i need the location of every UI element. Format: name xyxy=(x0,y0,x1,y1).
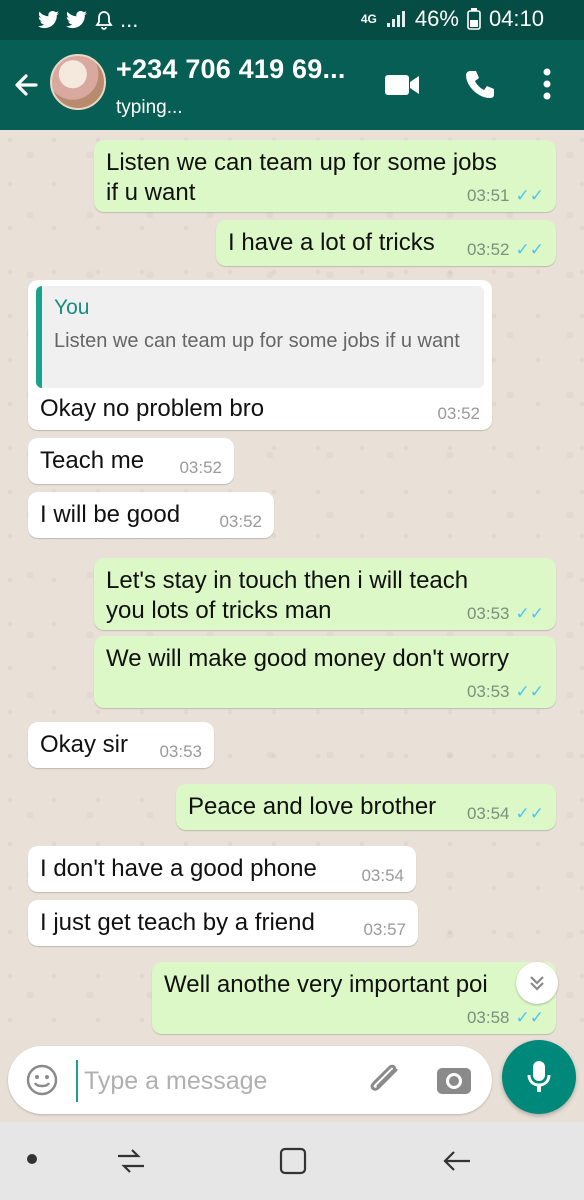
message-incoming[interactable]: Teach me 03:52 xyxy=(28,438,234,484)
message-incoming[interactable]: I will be good 03:52 xyxy=(28,492,274,538)
message-meta: 03:53 ✓✓ xyxy=(467,682,544,702)
message-meta: 03:52 xyxy=(179,458,222,478)
message-time: 03:52 xyxy=(219,512,262,531)
message-text: I don't have a good phone xyxy=(40,855,317,882)
bell-icon xyxy=(95,11,113,30)
message-meta: 03:52 ✓✓ xyxy=(467,240,544,260)
quoted-message[interactable]: You Listen we can team up for some jobs … xyxy=(36,286,484,388)
message-time: 03:51 xyxy=(466,186,510,205)
notification-icons: ... xyxy=(38,7,138,33)
battery-icon xyxy=(467,8,481,30)
message-text: Listen we can team up for some jobs if u… xyxy=(106,149,497,206)
read-ticks-icon: ✓✓ xyxy=(515,804,545,823)
message-text: Teach me xyxy=(40,447,145,474)
network-label: 4G xyxy=(360,12,377,26)
twitter-icon xyxy=(66,11,87,29)
twitter-icon xyxy=(38,11,59,29)
chat-header: +234 706 419 69... typing... xyxy=(0,40,584,130)
message-time: 03:53 xyxy=(159,742,202,761)
recents-icon[interactable] xyxy=(114,1144,148,1178)
message-meta: 03:51 ✓✓ xyxy=(467,186,544,206)
message-meta: 03:53 ✓✓ xyxy=(467,604,544,624)
message-text: Okay no problem bro xyxy=(40,395,265,422)
quote-author: You xyxy=(54,296,90,319)
message-meta: 03:52 xyxy=(437,404,480,424)
back-arrow-icon[interactable] xyxy=(10,68,44,102)
message-text: Let's stay in touch then i will teach yo… xyxy=(106,567,469,624)
message-time: 03:52 xyxy=(179,458,222,477)
mic-icon xyxy=(527,1061,551,1092)
message-meta: 03:52 xyxy=(219,512,262,532)
message-time: 03:54 xyxy=(466,804,510,823)
message-text: Well anothe very important poi xyxy=(164,971,488,998)
message-text: We will make good money don't worry xyxy=(106,645,509,672)
message-outgoing[interactable]: We will make good money don't worry 03:5… xyxy=(94,636,556,708)
message-incoming[interactable]: I just get teach by a friend 03:57 xyxy=(28,900,418,946)
message-time: 03:53 xyxy=(466,682,510,701)
back-icon[interactable] xyxy=(440,1144,474,1178)
message-outgoing[interactable]: Listen we can team up for some jobs if u… xyxy=(94,140,556,212)
message-outgoing[interactable]: Well anothe very important poi 03:58 ✓✓ xyxy=(152,962,556,1034)
contact-name[interactable]: +234 706 419 69... xyxy=(116,54,346,85)
chat-area[interactable]: Listen we can team up for some jobs if u… xyxy=(0,130,584,1040)
home-icon[interactable] xyxy=(278,1146,308,1176)
signal-icon xyxy=(386,11,405,27)
message-time: 03:58 xyxy=(466,1008,510,1027)
message-meta: 03:53 xyxy=(159,742,202,762)
clock: 04:10 xyxy=(488,6,544,31)
message-incoming[interactable]: I don't have a good phone 03:54 xyxy=(28,846,416,892)
nav-dot-indicator xyxy=(27,1154,37,1164)
message-text: I will be good xyxy=(40,501,181,528)
scroll-to-bottom-button[interactable] xyxy=(516,962,558,1004)
message-meta: 03:54 xyxy=(361,866,404,886)
message-composer xyxy=(8,1046,492,1114)
message-text: I just get teach by a friend xyxy=(40,909,315,936)
message-time: 03:54 xyxy=(361,866,404,885)
read-ticks-icon: ✓✓ xyxy=(515,186,545,205)
message-outgoing[interactable]: Peace and love brother 03:54 ✓✓ xyxy=(176,784,556,830)
message-outgoing[interactable]: I have a lot of tricks 03:52 ✓✓ xyxy=(216,220,556,266)
message-text: Peace and love brother xyxy=(188,793,437,820)
camera-icon[interactable] xyxy=(434,1062,474,1098)
more-vert-icon[interactable] xyxy=(540,66,554,102)
message-time: 03:52 xyxy=(466,240,510,259)
status-bar: ... 4G 46% 04:10 xyxy=(0,0,584,40)
message-outgoing[interactable]: Let's stay in touch then i will teach yo… xyxy=(94,558,556,630)
emoji-icon[interactable] xyxy=(26,1064,58,1096)
read-ticks-icon: ✓✓ xyxy=(515,240,545,259)
message-text: I have a lot of tricks xyxy=(228,229,435,256)
read-ticks-icon: ✓✓ xyxy=(515,682,545,701)
typing-status: typing... xyxy=(116,97,183,118)
battery-percent: 46% xyxy=(414,6,459,31)
android-nav-bar xyxy=(0,1122,584,1200)
message-meta: 03:57 xyxy=(363,920,406,940)
paperclip-icon[interactable] xyxy=(366,1062,406,1098)
phone-icon[interactable] xyxy=(464,68,496,100)
message-time: 03:52 xyxy=(437,404,480,423)
read-ticks-icon: ✓✓ xyxy=(515,604,545,623)
video-call-icon[interactable] xyxy=(384,73,420,97)
message-time: 03:53 xyxy=(466,604,510,623)
message-incoming[interactable]: Okay sir 03:53 xyxy=(28,722,214,768)
quote-text: Listen we can team up for some jobs if u… xyxy=(54,330,460,352)
message-text: Okay sir xyxy=(40,731,129,758)
read-ticks-icon: ✓✓ xyxy=(515,1008,545,1027)
message-time: 03:57 xyxy=(363,920,406,939)
status-right: 4G 46% 04:10 xyxy=(361,6,544,32)
message-incoming-reply[interactable]: You Listen we can team up for some jobs … xyxy=(28,280,492,430)
double-chevron-down-icon xyxy=(530,976,544,991)
message-meta: 03:54 ✓✓ xyxy=(467,804,544,824)
message-meta: 03:58 ✓✓ xyxy=(467,1008,544,1028)
avatar[interactable] xyxy=(50,54,106,110)
message-input[interactable] xyxy=(76,1060,366,1102)
more-notifications: ... xyxy=(120,7,139,32)
mic-button[interactable] xyxy=(502,1040,576,1114)
